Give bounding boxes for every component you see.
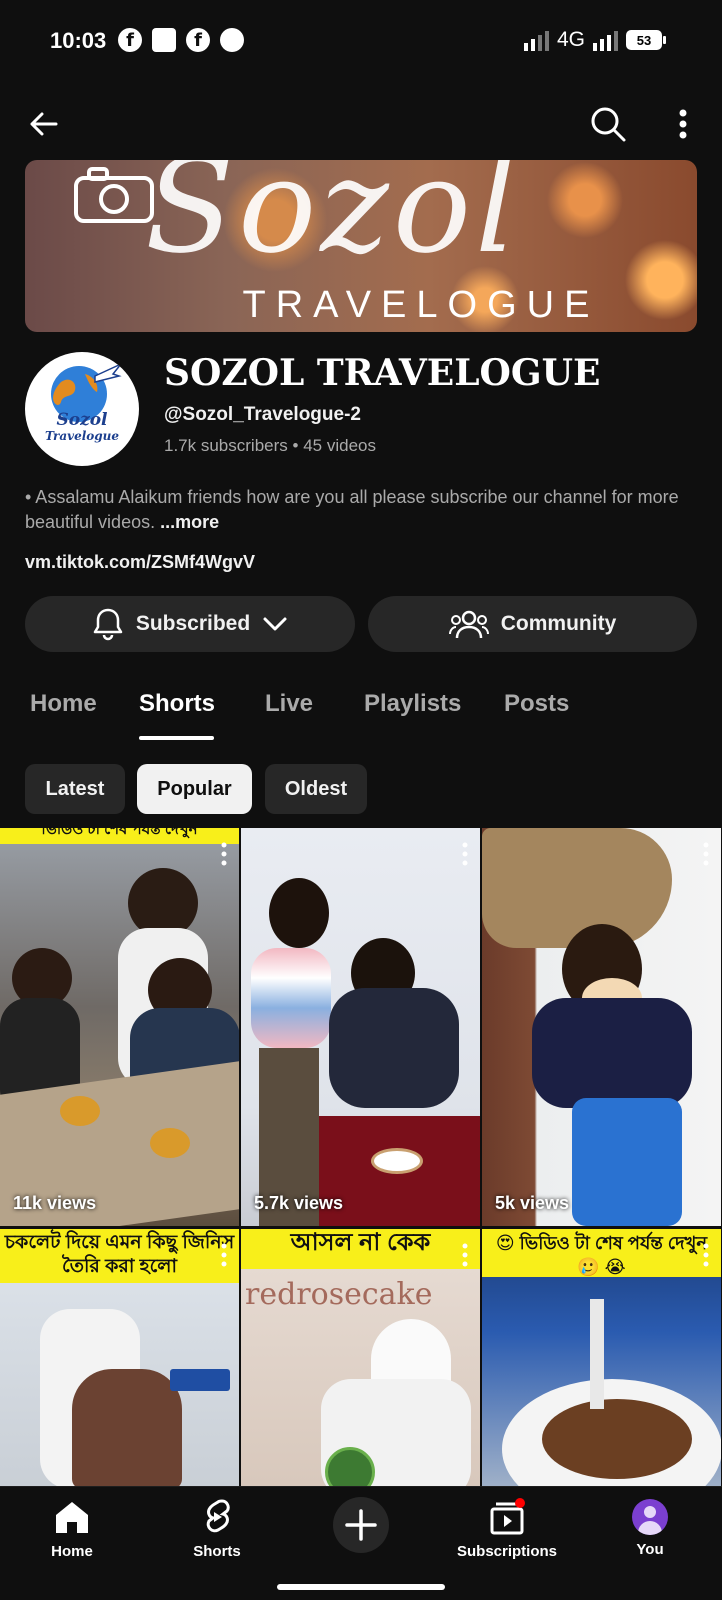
nav-shorts[interactable]: Shorts [157,1497,277,1560]
app-notification-icon [220,28,244,52]
nav-subscriptions[interactable]: Subscriptions [445,1497,569,1560]
create-button[interactable] [333,1497,389,1553]
short-thumbnail[interactable]: চকলেট দিয়ে এমন কিছু জিনিস তৈরি করা হলো [0,1229,239,1486]
signal-icon [523,29,549,51]
network-type: 4G [556,28,585,51]
short-thumbnail[interactable]: ভিডিও টা শেষ পর্যন্ত দেখুন 11k views [0,828,239,1226]
signal-icon [593,29,618,51]
home-icon [56,1502,88,1533]
short-caption: আসল না কেক [241,1229,480,1269]
subscriber-count: 1.7k subscribers [164,436,288,455]
tab-home[interactable]: Home [30,690,97,718]
more-link[interactable]: ...more [160,512,219,532]
channel-description[interactable]: • Assalamu Alaikum friends how are you a… [25,485,697,535]
short-caption: চকলেট দিয়ে এমন কিছু জিনিস তৈরি করা হলো [0,1229,239,1283]
more-options-icon[interactable] [703,1243,709,1267]
short-thumbnail[interactable]: 5.7k views [241,828,480,1226]
search-icon[interactable] [588,104,628,144]
short-caption: ভিডিও টা শেষ পর্যন্ত দেখুন [0,828,239,844]
short-views: 11k views [13,1193,97,1213]
user-avatar [632,1499,668,1535]
channel-stats: 1.7k subscribers • 45 videos [164,436,376,455]
community-label: Community [500,612,617,635]
back-arrow-icon[interactable] [24,104,64,144]
status-time: 10:03 [50,28,107,53]
banner-script-text: Sozol [145,160,521,282]
nav-home-label: Home [51,1543,93,1560]
video-count: 45 videos [303,436,376,455]
facebook-icon: f [118,28,142,52]
plus-icon [345,1509,377,1541]
home-indicator[interactable] [277,1584,445,1590]
nav-you-label: You [636,1541,664,1558]
short-thumbnail[interactable]: 5k views [482,828,721,1226]
more-options-icon[interactable] [221,1243,227,1267]
chip-latest[interactable]: Latest [25,764,125,814]
nav-shorts-label: Shorts [193,1543,241,1560]
chevron-down-icon [263,617,287,631]
channel-handle: @Sozol_Travelogue-2 [164,404,361,425]
channel-banner: Sozol TRAVELOGUE [25,160,697,332]
more-options-icon[interactable] [462,1243,468,1267]
system-indicators: 4G 53 [523,28,666,52]
facebook-icon: f [186,28,210,52]
more-options-icon[interactable] [668,104,698,144]
channel-link[interactable]: vm.tiktok.com/ZSMf4WgvV [25,552,255,573]
banner-subtitle: TRAVELOGUE [242,284,600,326]
more-options-icon[interactable] [462,842,468,866]
top-app-bar [0,90,722,154]
short-views: 5.7k views [254,1193,344,1213]
tab-live[interactable]: Live [265,690,313,718]
app-notification-icon [152,28,176,52]
subscribed-label: Subscribed [135,612,251,635]
notification-icons: f f [118,28,244,52]
chip-oldest[interactable]: Oldest [265,764,367,814]
community-button[interactable]: Community [368,596,697,652]
tab-playlists[interactable]: Playlists [364,690,461,718]
channel-avatar[interactable]: Sozol Travelogue [25,352,139,466]
subscribed-button[interactable]: Subscribed [25,596,355,652]
community-icon [448,610,489,639]
storefront-text: redrosecake [245,1277,433,1312]
description-text: • Assalamu Alaikum friends how are you a… [25,487,679,532]
bell-icon [93,608,123,641]
channel-name: SOZOL TRAVELOGUE [164,352,601,394]
short-views: 5k views [495,1193,570,1213]
short-caption: 😍 ভিডিও টা শেষ পর্যন্ত দেখুন 🥲 😭 [482,1229,721,1277]
tab-posts[interactable]: Posts [504,690,569,718]
battery-icon: 53 [626,30,666,50]
short-thumbnail[interactable]: আসল না কেক redrosecake [241,1229,480,1486]
bottom-navigation: Home Shorts Subscriptions You [0,1486,722,1600]
more-options-icon[interactable] [703,842,709,866]
shorts-icon [206,1499,230,1533]
shorts-grid: ভিডিও টা শেষ পর্যন্ত দেখুন 11k views 5.7… [0,828,722,1486]
active-tab-indicator [139,736,214,740]
channel-tabs: Home Shorts Live Playlists Posts [0,680,722,742]
status-bar: 10:03 f f 4G 53 [0,0,722,84]
avatar-logo-text: Sozol Travelogue [44,410,120,444]
nav-home[interactable]: Home [12,1497,132,1560]
camera-icon [74,167,154,223]
tab-shorts[interactable]: Shorts [139,690,215,718]
more-options-icon[interactable] [221,842,227,866]
chip-popular[interactable]: Popular [137,764,252,814]
subscriptions-icon [490,1498,525,1535]
nav-you[interactable]: You [590,1497,710,1558]
nav-subscriptions-label: Subscriptions [456,1543,557,1560]
short-thumbnail[interactable]: 😍 ভিডিও টা শেষ পর্যন্ত দেখুন 🥲 😭 [482,1229,721,1486]
globe-logo-icon [51,363,122,422]
